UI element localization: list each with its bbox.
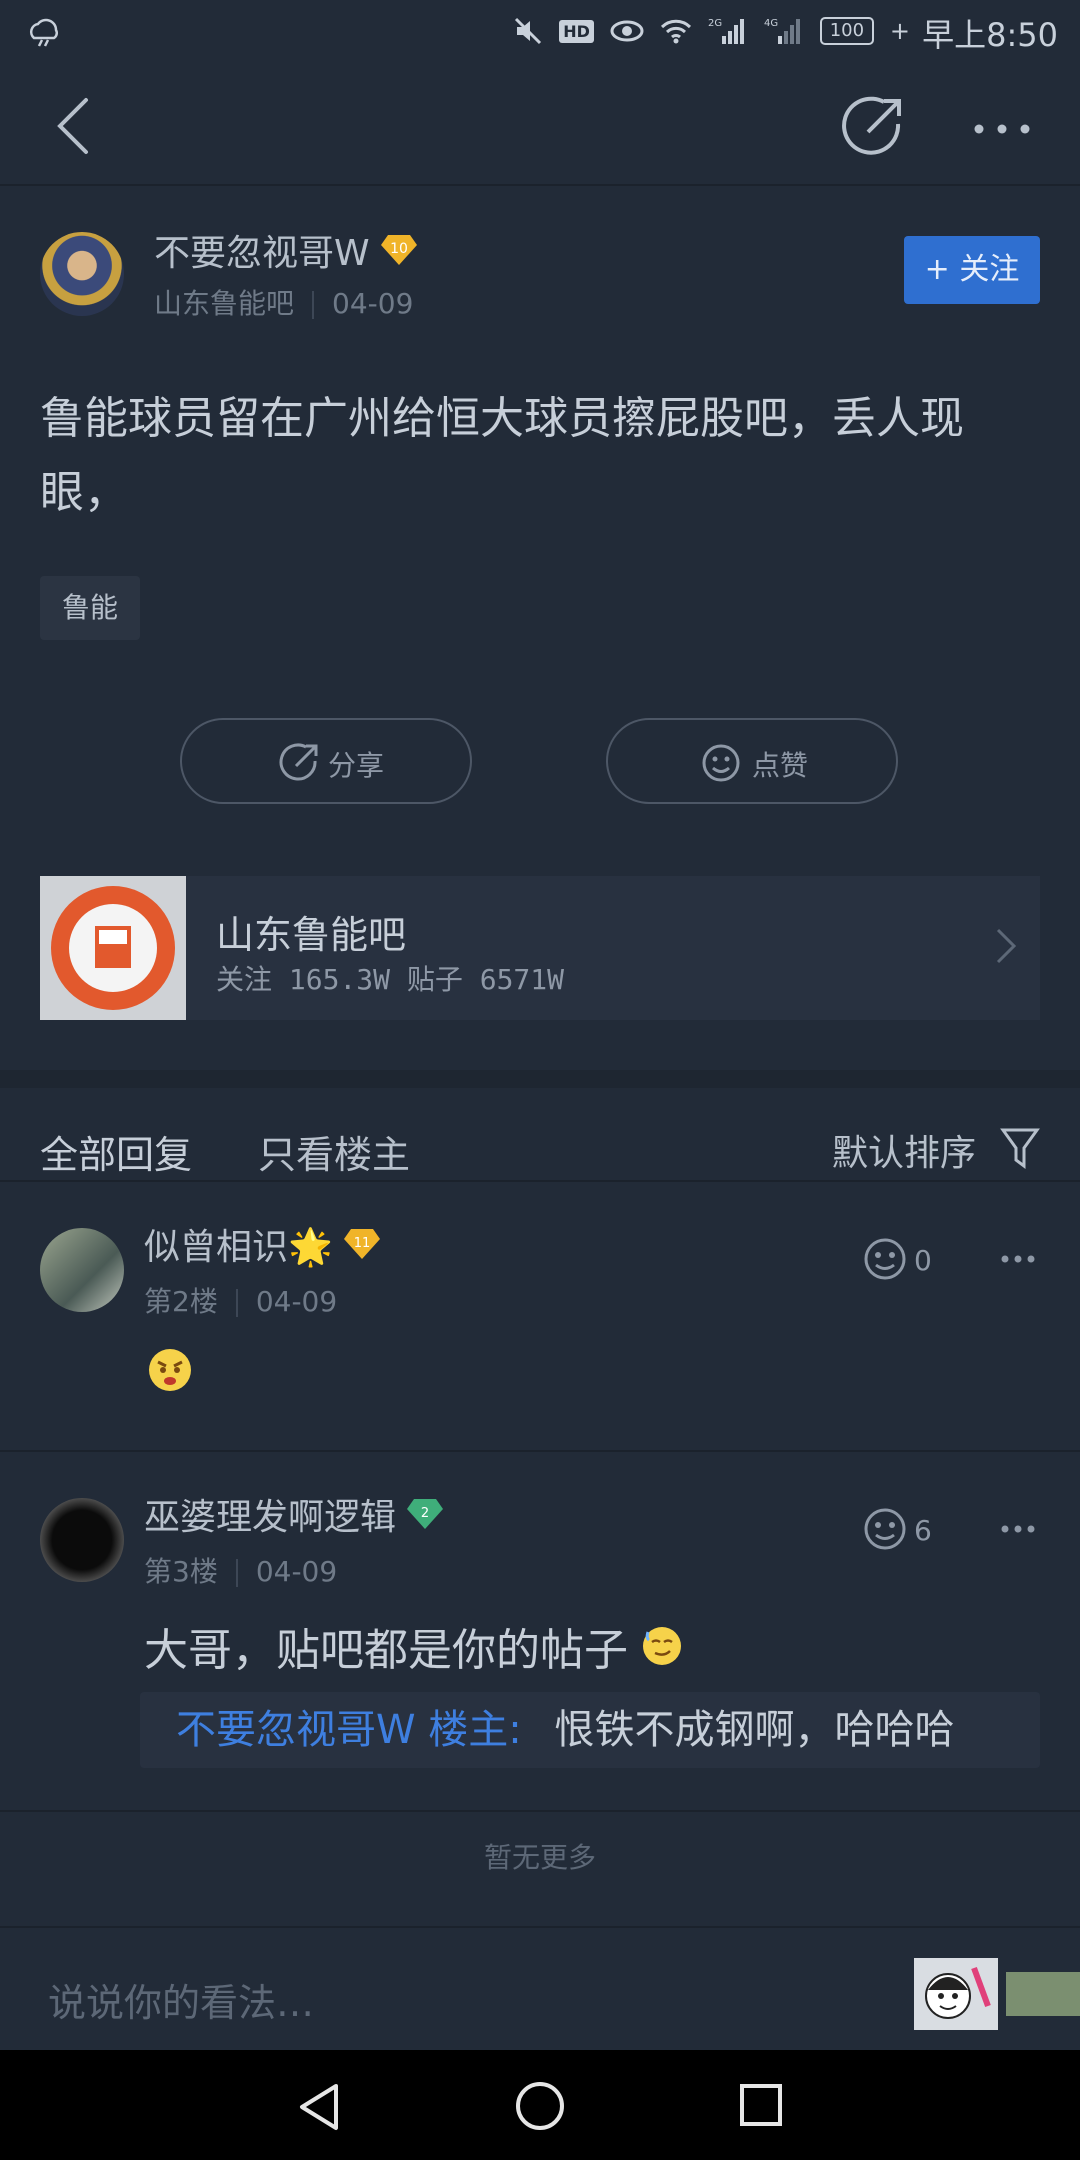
emoji-suggestion-thumb[interactable] [1006, 1972, 1080, 2016]
reply-author: 巫婆理发啊逻辑 [144, 1497, 397, 1538]
like-button[interactable]: 点赞 [606, 718, 898, 804]
tab-op-only[interactable]: 只看楼主 [258, 1124, 410, 1179]
nav-home-icon[interactable] [514, 2080, 566, 2132]
reply-author-row[interactable]: 似曾相识🌟 11 [144, 1218, 381, 1270]
svg-text:2: 2 [421, 1506, 429, 1521]
svg-text:2G: 2G [708, 18, 722, 29]
reply-tabs: 全部回复 只看楼主 默认排序 [0, 1070, 1080, 1198]
reply-content-row: 大哥，贴吧都是你的帖子 [144, 1614, 684, 1678]
battery-icon: 100 [819, 17, 874, 45]
like-face-icon[interactable] [862, 1236, 908, 1282]
more-icon[interactable] [972, 122, 1032, 136]
more-icon[interactable] [1000, 1524, 1036, 1534]
like-face-icon[interactable] [862, 1506, 908, 1552]
weather-icon [29, 18, 58, 47]
divider [312, 291, 315, 319]
quote-text: 恨铁不成钢啊，哈哈哈 [554, 1707, 955, 1753]
topic-tag[interactable]: 鲁能 [40, 576, 141, 640]
tab-all-replies[interactable]: 全部回复 [40, 1124, 192, 1179]
charging-icon: + [889, 17, 910, 45]
level-badge-icon: 2 [407, 1499, 444, 1529]
svg-text:11: 11 [354, 1236, 371, 1251]
reply-date: 04-09 [255, 1285, 338, 1318]
like-label: 点赞 [752, 749, 809, 782]
post-date: 04-09 [332, 287, 414, 320]
forum-logo-image [51, 886, 175, 1010]
quote-author[interactable]: 不要忽视哥W 楼主: [176, 1707, 522, 1753]
sort-dropdown[interactable]: 默认排序 [832, 1124, 976, 1176]
reply-author-row[interactable]: 巫婆理发啊逻辑 2 [144, 1488, 444, 1540]
forum-card[interactable]: 山东鲁能吧 关注 165.3W 贴子 6571W [40, 876, 1040, 1020]
system-nav-bar [0, 2050, 1080, 2160]
clock: 早上8:50 [922, 16, 1058, 54]
author-meta: 山东鲁能吧 04-09 [154, 282, 413, 322]
follow-button[interactable]: + 关注 [904, 236, 1040, 304]
signal-4g-icon: 4G [764, 18, 800, 44]
forum-logo [40, 876, 186, 1020]
post-content: 鲁能球员留在广州给恒大球员擦屁股吧，丢人现眼， [40, 393, 964, 518]
meme-face-icon [925, 1966, 991, 2019]
filter-icon[interactable] [1000, 1126, 1040, 1170]
share-icon[interactable] [840, 94, 906, 160]
emoji-suggestion-thumb[interactable] [914, 1958, 998, 2030]
reply-date: 04-09 [255, 1555, 338, 1588]
status-icons: HD 2G 4G 100 + [513, 16, 910, 46]
like-count: 0 [914, 1244, 932, 1277]
svg-text:10: 10 [390, 241, 408, 257]
like-face-icon [702, 744, 740, 782]
reply-floor: 第2楼 [144, 1285, 218, 1318]
reply-item: 巫婆理发啊逻辑 2 第3楼 04-09 6 大哥，贴吧都是你的帖子 不要忽视哥W … [0, 1452, 1080, 1812]
share-label: 分享 [328, 749, 385, 782]
back-icon[interactable] [48, 96, 108, 156]
top-nav [0, 66, 1080, 186]
emoji-smirk-icon [643, 1627, 681, 1665]
eye-icon [610, 20, 644, 42]
signal-2g-icon: 2G [708, 18, 744, 44]
like-count: 6 [914, 1514, 932, 1547]
reply-avatar[interactable] [40, 1228, 124, 1312]
reply-meta: 第2楼 04-09 [144, 1280, 337, 1320]
no-more-text: 暂无更多 [483, 1841, 596, 1874]
status-bar: HD 2G 4G 100 + 早上8:50 [0, 0, 1080, 66]
author-name: 不要忽视哥W [154, 233, 370, 274]
nav-back-icon[interactable] [296, 2082, 342, 2132]
reply-text: 大哥，贴吧都是你的帖子 [144, 1625, 628, 1676]
svg-text:4G: 4G [764, 18, 778, 29]
level-badge-icon: 10 [380, 235, 417, 265]
forum-stats: 关注 165.3W 贴子 6571W [216, 963, 565, 996]
forum-link[interactable]: 山东鲁能吧 [154, 287, 294, 320]
wifi-icon [660, 19, 691, 44]
reply-item: 似曾相识🌟 11 第2楼 04-09 0 [0, 1182, 1080, 1452]
emoji-angry-icon [149, 1349, 191, 1391]
more-icon[interactable] [1000, 1254, 1036, 1264]
quoted-reply[interactable]: 不要忽视哥W 楼主: 恨铁不成钢啊，哈哈哈 [140, 1692, 1040, 1768]
author-name-row[interactable]: 不要忽视哥W 10 [154, 224, 418, 276]
nav-recents-icon[interactable] [738, 2082, 784, 2128]
author-avatar[interactable] [40, 232, 124, 316]
mute-icon [515, 17, 542, 45]
reply-floor: 第3楼 [144, 1555, 218, 1588]
share-icon [279, 743, 318, 781]
comment-input[interactable]: 说说你的看法… [48, 1972, 314, 2027]
divider [0, 1810, 1080, 1812]
level-badge-icon: 11 [343, 1229, 380, 1259]
comment-composer[interactable]: 说说你的看法… [0, 1926, 1080, 2050]
share-button[interactable]: 分享 [180, 718, 472, 804]
hd-icon: HD [559, 19, 594, 43]
reply-meta: 第3楼 04-09 [144, 1550, 337, 1590]
reply-author: 似曾相识🌟 [144, 1227, 333, 1268]
reply-avatar[interactable] [40, 1498, 124, 1582]
forum-name: 山东鲁能吧 [216, 913, 407, 957]
chevron-right-icon [996, 928, 1017, 964]
